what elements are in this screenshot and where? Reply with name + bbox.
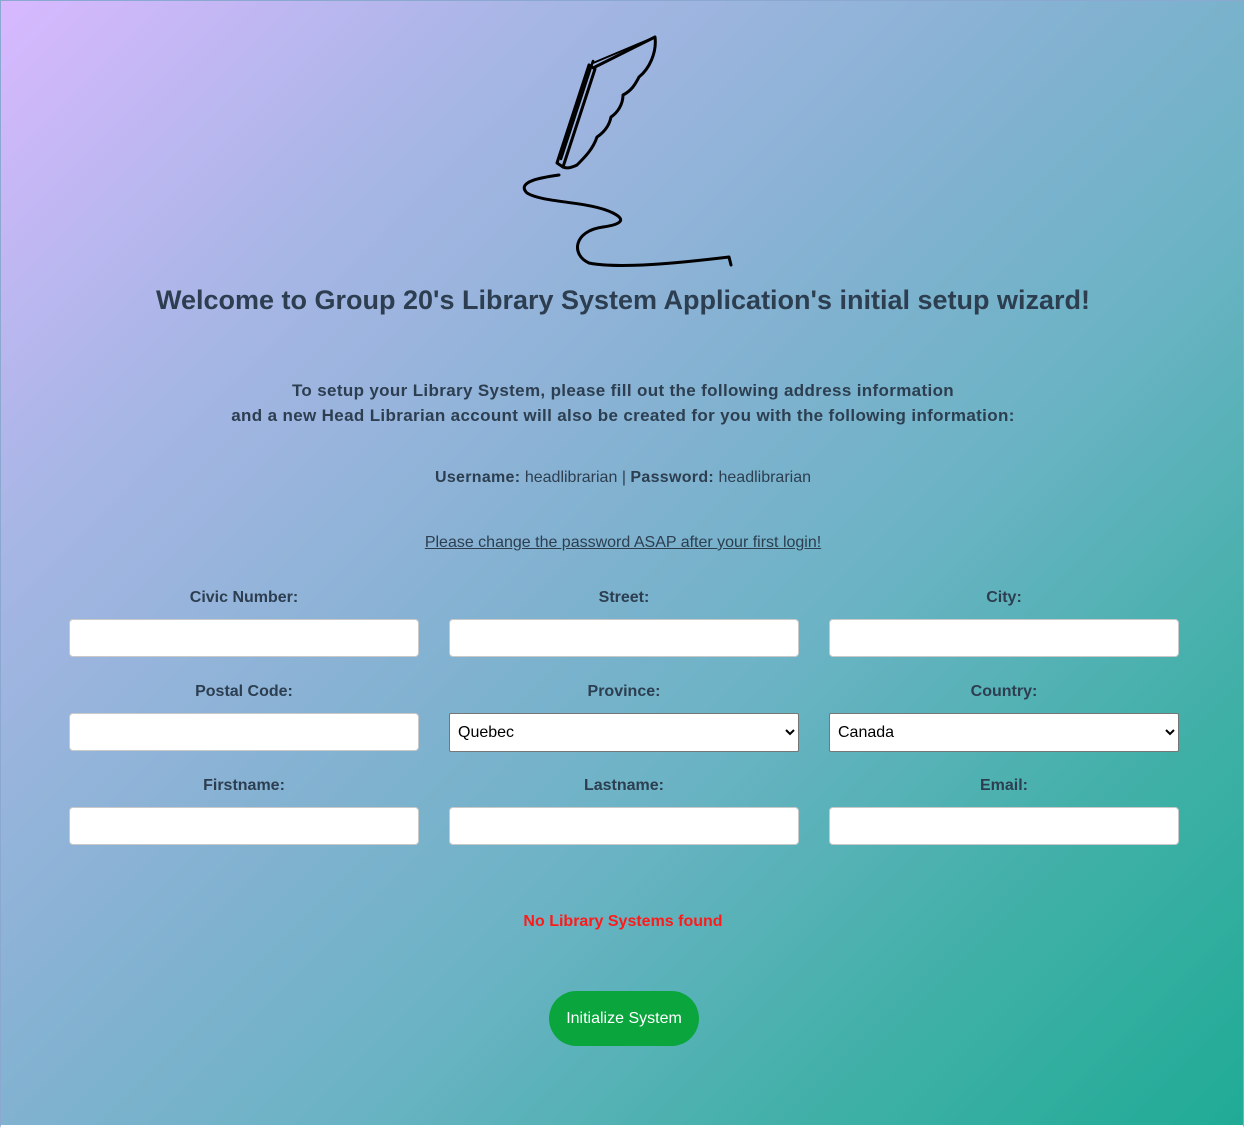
postal-code-group: Postal Code: <box>69 683 419 751</box>
intro-text: To setup your Library System, please fil… <box>1 378 1244 428</box>
firstname-group: Firstname: <box>69 777 419 845</box>
city-input[interactable] <box>829 619 1179 657</box>
intro-line-1: To setup your Library System, please fil… <box>291 381 955 400</box>
credentials-line: Username: headlibrarian | Password: head… <box>1 469 1244 487</box>
email-group: Email: <box>829 777 1179 845</box>
street-input[interactable] <box>449 619 799 657</box>
street-group: Street: <box>449 589 799 657</box>
email-input[interactable] <box>829 807 1179 845</box>
country-group: Country: Canada <box>829 683 1179 752</box>
username-value: headlibrarian <box>524 469 618 486</box>
email-label: Email: <box>979 777 1028 794</box>
province-group: Province: Quebec <box>449 683 799 752</box>
firstname-label: Firstname: <box>203 777 285 794</box>
civic-number-input[interactable] <box>69 619 419 657</box>
initialize-system-button[interactable]: Initialize System <box>549 991 699 1046</box>
lastname-group: Lastname: <box>449 777 799 845</box>
quill-pen-signature-icon <box>522 35 733 267</box>
password-change-warning: Please change the password ASAP after yo… <box>424 534 822 551</box>
error-message: No Library Systems found <box>523 913 723 930</box>
street-label: Street: <box>598 589 650 606</box>
lastname-label: Lastname: <box>583 777 665 794</box>
setup-wizard-page: Welcome to Group 20's Library System App… <box>0 0 1244 1128</box>
civic-number-group: Civic Number: <box>69 589 419 657</box>
civic-number-label: Civic Number: <box>189 589 299 606</box>
firstname-input[interactable] <box>69 807 419 845</box>
credentials-separator: | <box>621 469 626 486</box>
province-select[interactable]: Quebec <box>449 713 799 752</box>
password-value: headlibrarian <box>718 469 812 486</box>
city-group: City: <box>829 589 1179 657</box>
username-label: Username: <box>434 469 521 486</box>
lastname-input[interactable] <box>449 807 799 845</box>
postal-code-input[interactable] <box>69 713 419 751</box>
country-label: Country: <box>970 683 1038 700</box>
password-label: Password: <box>630 469 715 486</box>
page-title: Welcome to Group 20's Library System App… <box>155 285 1091 315</box>
province-label: Province: <box>587 683 661 700</box>
postal-code-label: Postal Code: <box>195 683 293 700</box>
intro-line-2: and a new Head Librarian account will al… <box>231 406 1015 425</box>
country-select[interactable]: Canada <box>829 713 1179 752</box>
city-label: City: <box>986 589 1022 606</box>
